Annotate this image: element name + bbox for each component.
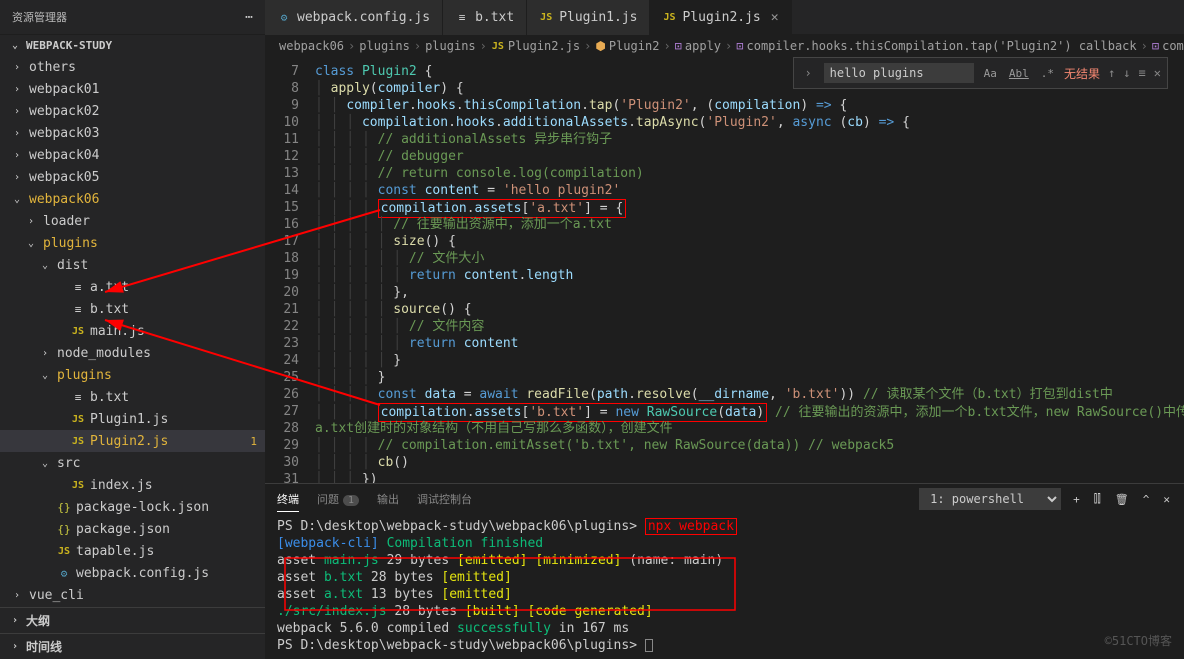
find-toggle-icon[interactable]: ›	[800, 66, 815, 80]
tab-b-txt[interactable]: ≡ b.txt	[443, 0, 527, 35]
tree-item[interactable]: JSindex.js	[0, 474, 265, 496]
tree-item[interactable]: ⌄dist	[0, 254, 265, 276]
breadcrumb[interactable]: webpack06›plugins›plugins›JS Plugin2.js›…	[265, 35, 1184, 57]
tree-item[interactable]: JSPlugin1.js	[0, 408, 265, 430]
tree-item[interactable]: ›webpack05	[0, 166, 265, 188]
split-terminal-icon[interactable]: ⫿⫿	[1092, 490, 1103, 508]
problems-tab[interactable]: 问题1	[317, 487, 359, 511]
more-icon[interactable]: ⋯	[245, 10, 253, 25]
tab-Plugin1-js[interactable]: JS Plugin1.js	[527, 0, 650, 35]
workspace-header[interactable]: ⌄ WEBPACK-STUDY	[0, 35, 265, 56]
breadcrumb-segment[interactable]: ⊡ compiler.hooks.thisCompilation.tap('Pl…	[736, 39, 1136, 53]
editor-tabs: ⚙ webpack.config.js≡ b.txtJS Plugin1.jsJ…	[265, 0, 792, 35]
breadcrumb-segment[interactable]: JS Plugin2.js	[491, 39, 580, 53]
breadcrumb-segment[interactable]: plugins	[425, 39, 476, 53]
new-terminal-icon[interactable]: +	[1071, 491, 1082, 508]
code-lines[interactable]: class Plugin2 {│ apply(compiler) {│ │ co…	[315, 63, 1184, 483]
outline-section[interactable]: ›大纲	[0, 607, 265, 633]
tree-item[interactable]: ›webpack02	[0, 100, 265, 122]
output-tab[interactable]: 输出	[377, 487, 399, 511]
match-word-icon[interactable]: Abl	[1007, 65, 1031, 82]
breadcrumb-segment[interactable]: ⊡ apply	[675, 39, 721, 53]
breadcrumb-segment[interactable]: plugins	[359, 39, 410, 53]
tree-item[interactable]: ›loader	[0, 210, 265, 232]
terminal-select[interactable]: 1: powershell	[919, 488, 1061, 510]
file-tree: ›others›webpack01›webpack02›webpack03›we…	[0, 56, 265, 607]
problems-badge: 1	[343, 495, 359, 506]
chevron-down-icon: ⌄	[12, 40, 22, 51]
find-selection-icon[interactable]: ≡	[1139, 66, 1146, 80]
maximize-icon[interactable]: ^	[1141, 491, 1152, 508]
tree-item[interactable]: ⌄plugins	[0, 232, 265, 254]
tree-item[interactable]: ›webpack03	[0, 122, 265, 144]
tree-item[interactable]: ⚙webpack.config.js	[0, 562, 265, 584]
find-result: 无结果	[1064, 65, 1100, 82]
breadcrumb-segment[interactable]: ⬢ Plugin2	[595, 39, 659, 53]
explorer-title: 资源管理器	[12, 9, 67, 25]
tree-item[interactable]: ›node_modules	[0, 342, 265, 364]
watermark: ©51CTO博客	[1105, 632, 1172, 649]
close-panel-icon[interactable]: ✕	[1161, 491, 1172, 508]
tree-item[interactable]: ≡b.txt	[0, 298, 265, 320]
tree-item[interactable]: ›others	[0, 56, 265, 78]
match-case-icon[interactable]: Aa	[982, 65, 999, 82]
find-close-icon[interactable]: ✕	[1154, 66, 1161, 80]
tab-Plugin2-js[interactable]: JS Plugin2.js ✕	[650, 0, 791, 35]
find-next-icon[interactable]: ↓	[1123, 66, 1130, 80]
find-input[interactable]	[824, 63, 974, 83]
tree-item[interactable]: ≡a.txt	[0, 276, 265, 298]
line-gutter: 7891011121314151617181920212223242526272…	[265, 63, 315, 483]
find-widget: › Aa Abl .* 无结果 ↑ ↓ ≡ ✕	[793, 57, 1168, 89]
debug-console-tab[interactable]: 调试控制台	[417, 487, 472, 511]
regex-icon[interactable]: .*	[1039, 65, 1056, 82]
trash-icon[interactable]: 🗑	[1113, 491, 1131, 508]
tree-item[interactable]: ⌄plugins	[0, 364, 265, 386]
close-icon[interactable]: ✕	[771, 10, 779, 25]
tab-webpack-config-js[interactable]: ⚙ webpack.config.js	[265, 0, 443, 35]
tree-item[interactable]: ≡b.txt	[0, 386, 265, 408]
terminal-output[interactable]: PS D:\desktop\webpack-study\webpack06\pl…	[265, 514, 1184, 659]
tree-item[interactable]: JSmain.js	[0, 320, 265, 342]
tree-item[interactable]: ›vue_cli	[0, 584, 265, 606]
terminal-tab[interactable]: 终端	[277, 487, 299, 512]
breadcrumb-segment[interactable]: ⊡ compilatio	[1152, 39, 1184, 53]
workspace-name: WEBPACK-STUDY	[26, 39, 112, 52]
tree-item[interactable]: ›webpack01	[0, 78, 265, 100]
tree-item[interactable]: ⌄src	[0, 452, 265, 474]
tree-item[interactable]: {}package-lock.json	[0, 496, 265, 518]
tree-item[interactable]: JStapable.js	[0, 540, 265, 562]
tree-item[interactable]: {}package.json	[0, 518, 265, 540]
tree-item[interactable]: JSPlugin2.js1	[0, 430, 265, 452]
breadcrumb-segment[interactable]: webpack06	[279, 39, 344, 53]
tree-item[interactable]: ›webpack04	[0, 144, 265, 166]
find-prev-icon[interactable]: ↑	[1108, 66, 1115, 80]
tree-item[interactable]: ⌄webpack06	[0, 188, 265, 210]
timeline-section[interactable]: ›时间线	[0, 633, 265, 659]
